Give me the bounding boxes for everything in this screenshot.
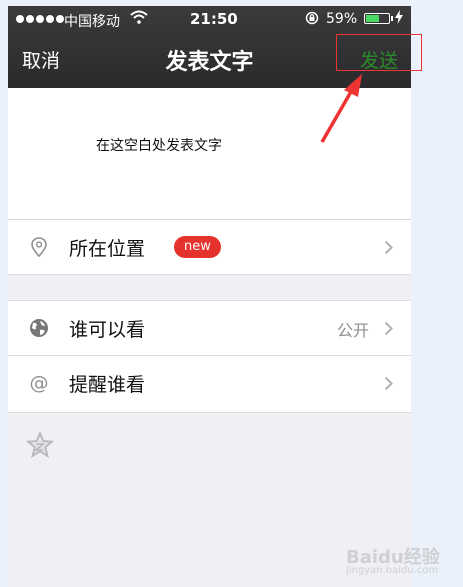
rotation-lock-icon bbox=[305, 11, 319, 25]
visibility-row[interactable]: 谁可以看 公开 bbox=[8, 300, 411, 356]
charging-bolt-icon bbox=[395, 10, 403, 24]
visibility-value: 公开 bbox=[336, 321, 369, 340]
watermark: Baidu经验 jingyan.baidu.com bbox=[346, 543, 456, 581]
location-row[interactable]: 所在位置 new bbox=[8, 220, 411, 275]
status-bar: 中国移动 21:50 59% bbox=[8, 6, 411, 32]
chevron-right-icon bbox=[384, 240, 393, 255]
wifi-icon bbox=[130, 10, 148, 24]
carrier-name: 中国移动 bbox=[64, 14, 120, 30]
remind-label: 提醒谁看 bbox=[69, 374, 146, 396]
visibility-label: 谁可以看 bbox=[69, 319, 146, 341]
globe-icon bbox=[30, 319, 48, 337]
watermark-sub: jingyan.baidu.com bbox=[346, 565, 439, 576]
status-time: 21:50 bbox=[190, 10, 238, 28]
location-pin-icon bbox=[31, 237, 47, 258]
pointer-arrow-icon bbox=[320, 74, 362, 143]
battery-icon bbox=[364, 13, 393, 24]
remind-row[interactable]: @ 提醒谁看 bbox=[8, 356, 411, 413]
new-badge: new bbox=[174, 236, 221, 258]
battery-percent: 59% bbox=[326, 11, 358, 27]
compose-hint-text: 在这空白处发表文字 bbox=[96, 138, 222, 154]
signal-dots-icon bbox=[16, 15, 64, 23]
location-label: 所在位置 bbox=[69, 238, 146, 260]
at-icon: @ bbox=[30, 372, 49, 394]
star-icon[interactable] bbox=[26, 431, 54, 459]
chevron-right-icon bbox=[384, 376, 393, 391]
send-button[interactable]: 发送 bbox=[360, 46, 398, 73]
chevron-right-icon bbox=[384, 321, 393, 336]
svg-text:@: @ bbox=[30, 372, 49, 394]
